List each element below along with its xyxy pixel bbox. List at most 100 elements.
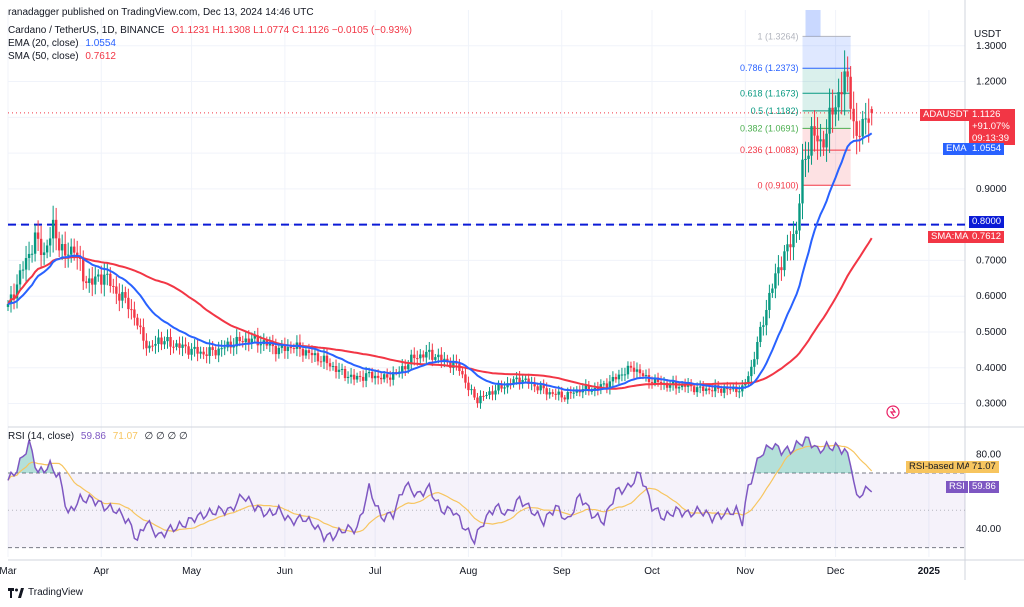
candle-body [247,338,250,343]
candle-body [822,139,825,148]
candle-body [563,397,566,400]
candle-body [322,355,326,362]
rsi-tag: RSI [946,481,968,493]
replay-icon [886,405,900,419]
candle-body [753,359,756,367]
candle-body [852,108,855,122]
candle-body [379,377,383,380]
candle-body [373,375,377,379]
candle-body [337,369,341,372]
candle-body [54,219,58,239]
candle-body [503,387,506,389]
candle-body [413,354,416,359]
candle-body [355,375,359,380]
rsi-ma-price-tag: 71.07 [969,461,999,473]
sma-legend-value: 0.7612 [85,51,116,62]
candle-body [861,118,864,137]
candle-body [644,375,648,377]
ema-legend[interactable]: EMA (20, close) 1.0554 [8,37,120,50]
candle-body [635,369,639,372]
candle-body [795,230,798,235]
candle-body [57,238,61,251]
candle-body [97,274,100,277]
candle-body [124,292,127,298]
candle-body [331,366,335,368]
candle-body [112,285,115,287]
candle-body [476,397,479,404]
candle-body [382,374,386,380]
candle-body [614,376,618,380]
candle-body [352,374,356,380]
candle-body [623,374,627,376]
candle-body [181,344,184,348]
candle-body [88,278,91,284]
rsi-legend[interactable]: RSI (14, close) 59.86 71.07 ∅ ∅ ∅ ∅ [8,430,192,443]
candle-body [325,355,329,364]
candle-body [704,388,708,391]
candle-body [361,376,365,381]
candle-body [301,348,305,356]
candle-body [479,395,482,404]
candle-body [208,347,211,356]
candle-body [223,347,226,349]
candle-body [193,346,196,349]
price-tick-label: 0.6000 [976,291,1007,302]
time-tick-label: Aug [460,566,478,577]
candle-body [136,317,139,326]
time-tick-label: Dec [827,566,845,577]
rsi-legend-label: RSI (14, close) [8,431,75,442]
candle-body [401,366,404,372]
symbol-text: Cardano / TetherUS, 1D, BINANCE [8,25,165,36]
candle-body [238,336,241,342]
candle-body [51,219,55,239]
rsi-legend-extra: ∅ ∅ ∅ ∅ [144,431,188,442]
candle-body [103,274,106,285]
candle-body [307,350,311,353]
candle-body [388,377,392,380]
candle-body [629,365,633,368]
candle-body [211,347,214,350]
candle-body [720,388,723,393]
candle-body [63,244,67,256]
ema-legend-label: EMA (20, close) [8,38,79,49]
candle-body [626,365,630,375]
time-tick-label: May [182,566,201,577]
footer-brand[interactable]: TradingView [8,587,83,598]
candle-body [21,269,25,271]
time-tick-label: Oct [644,566,660,577]
candle-body [274,346,278,355]
candle-body [723,387,726,393]
price-tick-label: 0.3000 [976,399,1007,410]
candle-body [461,371,464,375]
candle-body [127,297,130,310]
publisher-line: ranadagger published on TradingView.com,… [8,6,318,19]
candle-body [370,371,374,379]
candle-body [536,386,539,391]
candle-body [470,389,473,391]
candle-body [166,336,169,342]
candle-body [497,384,500,391]
candle-body [831,107,834,115]
candle-body [701,386,705,391]
candle-body [407,364,410,370]
tradingview-logo-icon [8,587,24,598]
fib-level-label: 1 (1.3264) [757,31,798,41]
sma-legend[interactable]: SMA (50, close) 0.7612 [8,50,120,63]
candle-body [566,392,569,400]
time-tick-label: Mar [0,566,17,577]
candle-body [768,292,771,310]
candle-body [106,273,109,275]
candle-body [319,361,323,363]
candle-body [286,347,290,352]
candle-body [602,383,606,385]
rsi-band [8,472,965,548]
candle-body [494,390,497,395]
candle-body [304,350,308,356]
candle-body [358,375,362,377]
rsi-tick-label: 40.00 [976,524,1001,535]
sma-tag: SMA:MA [928,231,972,243]
candle-body [491,391,494,395]
candle-body [145,340,148,349]
price-change: +91.07% [972,121,1010,132]
fib-level-label: 0.5 (1.1182) [751,106,799,116]
